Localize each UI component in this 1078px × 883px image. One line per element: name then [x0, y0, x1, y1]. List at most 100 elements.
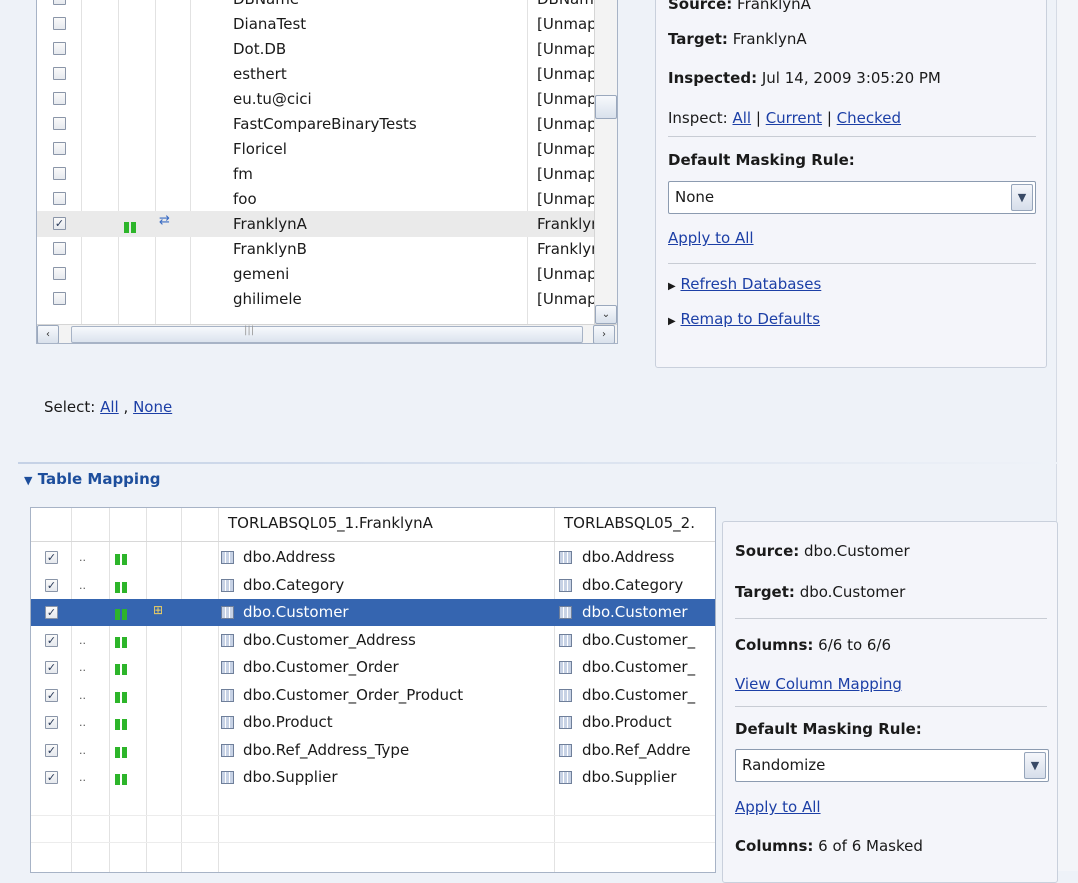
table-row[interactable]: ✓ ⊞ dbo.Customer dbo.Customer: [31, 599, 715, 626]
table-row[interactable]: ✓.. dbo.Category dbo.Category: [31, 572, 715, 599]
database-row[interactable]: ghilimele [Unmappe: [37, 286, 617, 312]
chevron-down-icon[interactable]: ▼: [1011, 184, 1033, 211]
database-row[interactable]: FastCompareBinaryTests [Unmappe: [37, 111, 617, 137]
splitter[interactable]: [1056, 0, 1078, 871]
row-checkbox[interactable]: ✓: [45, 688, 58, 702]
row-checkbox[interactable]: ✓: [45, 578, 58, 592]
database-row[interactable]: esthert [Unmappe: [37, 61, 617, 87]
table-icon: [559, 688, 572, 702]
table-row[interactable]: ✓.. dbo.Customer_Order dbo.Customer_: [31, 654, 715, 681]
mapped-target: [Unmappe: [537, 40, 595, 58]
row-checkbox[interactable]: [53, 117, 66, 130]
database-row[interactable]: Floricel [Unmappe: [37, 136, 617, 162]
row-checkbox[interactable]: [53, 67, 66, 80]
inspect-checked-link[interactable]: Checked: [837, 109, 901, 127]
row-checkbox[interactable]: [53, 42, 66, 55]
more-icon[interactable]: ..: [79, 716, 86, 729]
target-column-header[interactable]: TORLABSQL05_2.: [564, 514, 695, 532]
more-icon[interactable]: ..: [79, 579, 86, 592]
table-row[interactable]: ✓.. dbo.Address dbo.Address: [31, 544, 715, 571]
row-checkbox[interactable]: [53, 17, 66, 30]
database-row[interactable]: foo [Unmappe: [37, 186, 617, 212]
row-checkbox[interactable]: ✓: [45, 771, 58, 784]
table-masking-rule-value: Randomize: [742, 756, 826, 774]
row-checkbox[interactable]: [53, 242, 66, 255]
row-checkbox[interactable]: [53, 267, 66, 280]
database-grid[interactable]: DBNameDBNameDianaTest[UnmappeDot.DB[Unma…: [36, 0, 618, 344]
default-masking-rule-label: Default Masking Rule:: [668, 151, 855, 169]
row-checkbox[interactable]: [53, 292, 66, 305]
table-mapping-title: Table Mapping: [37, 470, 161, 488]
divider: [668, 136, 1036, 137]
row-checkbox[interactable]: [53, 0, 66, 5]
mask-icon: ⊞: [153, 603, 164, 617]
row-divider: [31, 815, 715, 816]
database-grid-horizontal-scrollbar[interactable]: ‹ ||| ›: [37, 324, 617, 343]
chevron-left-icon: ‹: [46, 329, 50, 340]
default-masking-rule-select[interactable]: None ▼: [668, 181, 1036, 214]
target-table-name: dbo.Customer: [582, 603, 688, 621]
inspect-all-link[interactable]: All: [732, 109, 751, 127]
refresh-databases-action[interactable]: ▶ Refresh Databases: [668, 275, 821, 293]
database-row[interactable]: DianaTest [Unmappe: [37, 11, 617, 37]
source-column-header[interactable]: TORLABSQL05_1.FranklynA: [228, 514, 433, 532]
chevron-down-icon[interactable]: ▼: [1024, 752, 1046, 779]
row-checkbox[interactable]: ✓: [53, 217, 66, 230]
table-row[interactable]: ✓.. dbo.Supplier dbo.Supplier: [31, 764, 715, 791]
table-row[interactable]: ✓.. dbo.Ref_Address_Type dbo.Ref_Addre: [31, 737, 715, 764]
table-icon: [221, 633, 234, 647]
row-checkbox[interactable]: ✓: [45, 633, 58, 647]
row-checkbox[interactable]: [53, 192, 66, 205]
select-all-link[interactable]: All: [100, 398, 119, 416]
more-icon[interactable]: ..: [79, 771, 86, 784]
more-icon[interactable]: ..: [79, 634, 86, 647]
row-checkbox[interactable]: ✓: [45, 661, 58, 674]
refresh-databases-link[interactable]: Refresh Databases: [680, 275, 821, 293]
inspected-value: Jul 14, 2009 3:05:20 PM: [761, 69, 941, 87]
remap-to-defaults-link[interactable]: Remap to Defaults: [680, 310, 820, 328]
scroll-left-button[interactable]: ‹: [37, 325, 59, 343]
scroll-right-button[interactable]: ›: [593, 325, 615, 343]
source-label: Source:: [668, 0, 733, 13]
row-checkbox[interactable]: ✓: [45, 743, 58, 757]
database-row[interactable]: fm [Unmappe: [37, 161, 617, 187]
database-grid-vertical-scrollbar[interactable]: ⌄: [594, 0, 617, 325]
table-row[interactable]: ✓.. dbo.Product dbo.Product: [31, 709, 715, 736]
mapped-target: FranklynA: [537, 215, 595, 233]
database-row[interactable]: eu.tu@cici [Unmappe: [37, 86, 617, 112]
status-bars-icon: [115, 770, 129, 788]
select-none-link[interactable]: None: [133, 398, 172, 416]
more-icon[interactable]: ..: [79, 551, 86, 564]
table-row[interactable]: ✓.. dbo.Customer_Address dbo.Customer_: [31, 627, 715, 654]
database-name: DianaTest: [233, 15, 307, 33]
database-row[interactable]: Dot.DB [Unmappe: [37, 36, 617, 62]
inspect-current-link[interactable]: Current: [766, 109, 822, 127]
more-icon[interactable]: ..: [79, 661, 86, 674]
database-row[interactable]: ✓ ⇄ FranklynA FranklynA: [37, 211, 617, 237]
table-mapping-grid[interactable]: TORLABSQL05_1.FranklynA TORLABSQL05_2. ✓…: [30, 507, 716, 873]
scroll-thumb[interactable]: [595, 95, 617, 119]
apply-to-all-link[interactable]: Apply to All: [668, 229, 754, 247]
table-source-line: Source: dbo.Customer: [735, 542, 910, 560]
remap-to-defaults-action[interactable]: ▶ Remap to Defaults: [668, 310, 820, 328]
table-apply-to-all-link[interactable]: Apply to All: [735, 798, 821, 816]
scroll-down-button[interactable]: ⌄: [595, 305, 617, 324]
row-checkbox[interactable]: ✓: [45, 551, 58, 564]
table-row[interactable]: ✓.. dbo.Customer_Order_Product dbo.Custome…: [31, 682, 715, 709]
database-row[interactable]: gemeni [Unmappe: [37, 261, 617, 287]
row-checkbox[interactable]: [53, 92, 66, 105]
status-bars-icon: [115, 633, 129, 651]
row-checkbox[interactable]: ✓: [45, 716, 58, 729]
row-checkbox[interactable]: [53, 167, 66, 180]
scroll-thumb[interactable]: |||: [71, 325, 583, 343]
table-masking-rule-select[interactable]: Randomize ▼: [735, 749, 1049, 782]
divider: [735, 618, 1047, 619]
row-checkbox[interactable]: ✓: [45, 606, 58, 619]
table-mapping-header[interactable]: ▼ Table Mapping: [24, 470, 160, 488]
row-checkbox[interactable]: [53, 142, 66, 155]
database-row[interactable]: FranklynB FranklynB: [37, 236, 617, 262]
view-column-mapping-link[interactable]: View Column Mapping: [735, 675, 902, 693]
more-icon[interactable]: ..: [79, 689, 86, 702]
more-icon[interactable]: ..: [79, 744, 86, 757]
inspected-line: Inspected: Jul 14, 2009 3:05:20 PM: [668, 69, 941, 87]
